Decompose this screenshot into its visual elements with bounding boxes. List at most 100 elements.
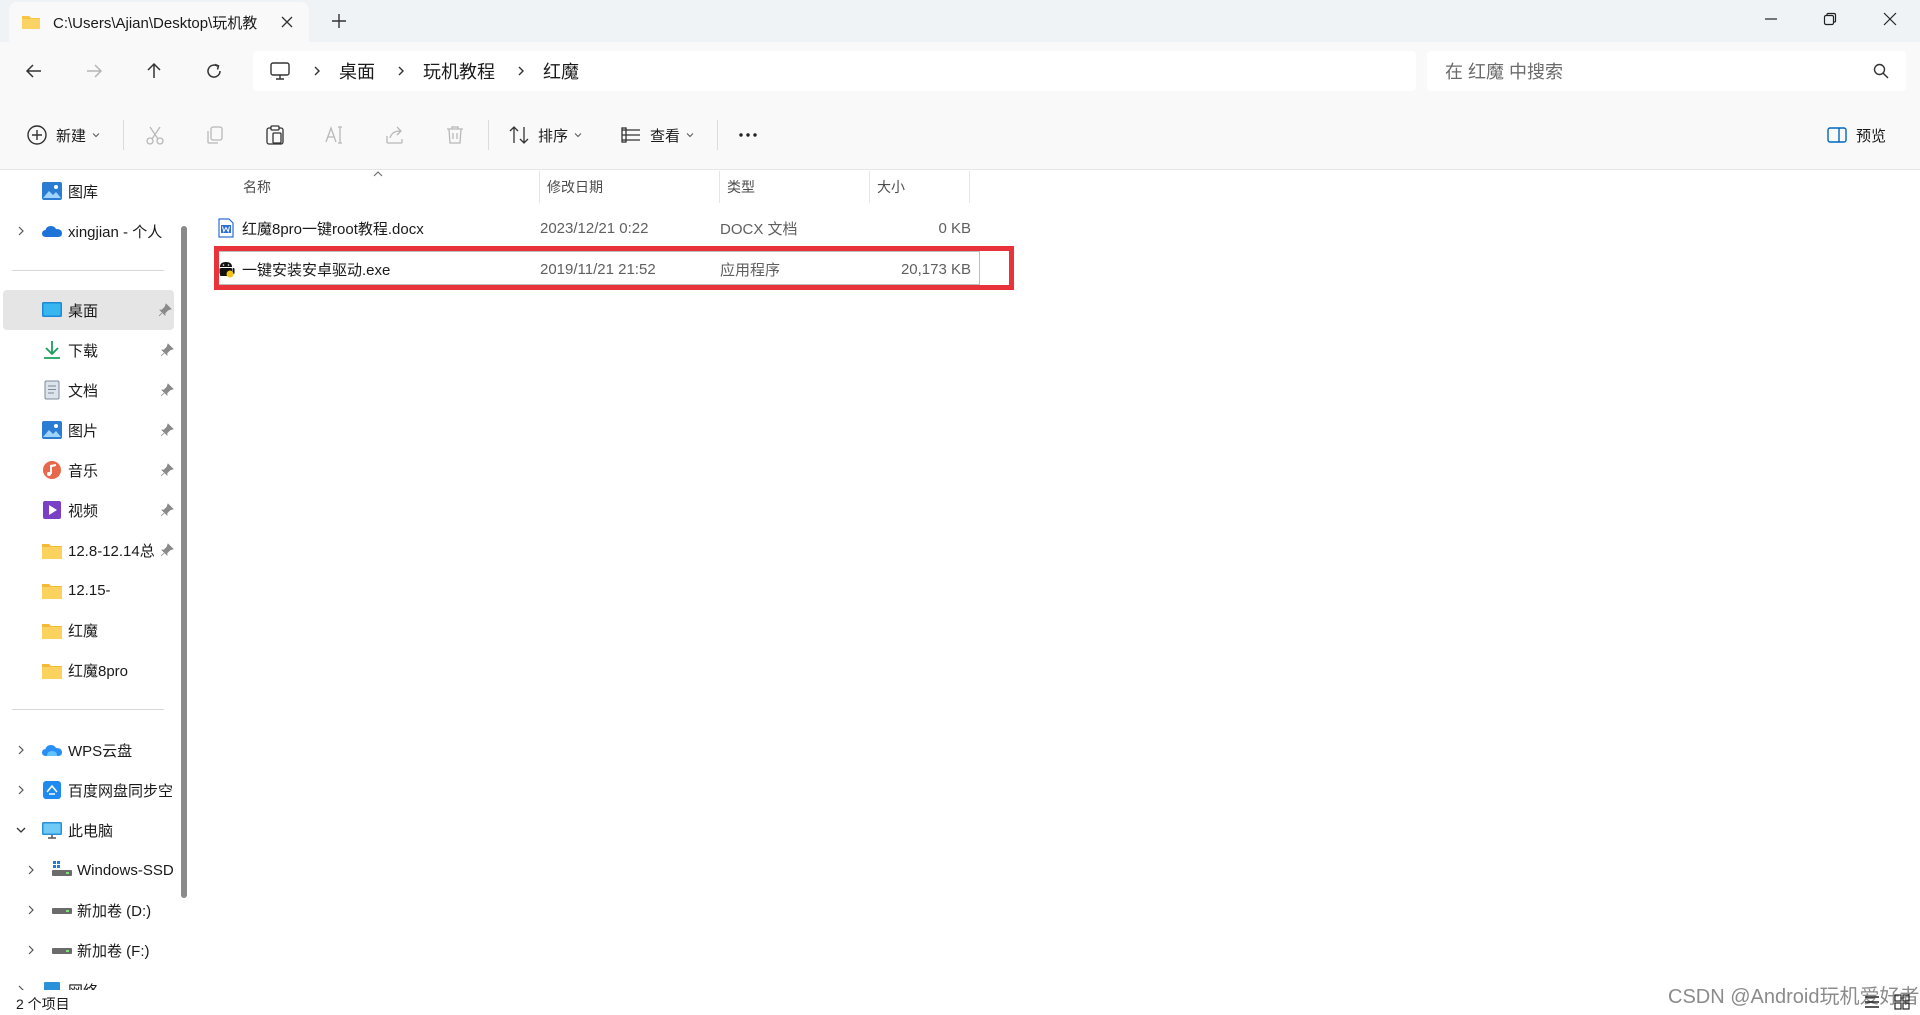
pin-icon: [160, 383, 174, 397]
column-header-name[interactable]: 名称: [236, 171, 540, 203]
sidebar-scrollbar[interactable]: [181, 226, 187, 898]
sidebar-item-gallery[interactable]: 图库: [0, 171, 176, 211]
sidebar-item-wps-cloud[interactable]: WPS云盘: [0, 730, 176, 770]
sidebar-item-pictures[interactable]: 图片: [0, 410, 176, 450]
chevron-right-icon[interactable]: [26, 865, 36, 875]
file-row[interactable]: 红魔8pro一键root教程.docx 2023/12/21 0:22 DOCX…: [216, 209, 991, 247]
delete-button[interactable]: [442, 122, 468, 148]
pin-icon: [160, 503, 174, 517]
sidebar-item-downloads[interactable]: 下载: [0, 330, 176, 370]
sidebar-item-drive-f[interactable]: 新加卷 (F:): [0, 930, 176, 970]
sort-label: 排序: [538, 127, 569, 145]
pin-icon: [160, 543, 174, 557]
chevron-down-icon[interactable]: [16, 825, 26, 835]
more-options-button[interactable]: [735, 122, 761, 148]
sidebar-item-label: 12.8-12.14总: [68, 542, 155, 560]
up-button[interactable]: [139, 56, 169, 86]
sidebar-item-folder[interactable]: 12.15-: [0, 570, 176, 610]
preview-pane-button[interactable]: 预览: [1826, 120, 1886, 150]
address-row: 桌面 玩机教程 红魔 在 红魔 中搜索: [0, 42, 1920, 100]
chevron-right-icon: [314, 66, 320, 76]
copy-icon: [207, 126, 223, 144]
new-plus-icon: [27, 125, 47, 145]
sidebar-item-folder[interactable]: 红魔8pro: [0, 650, 176, 690]
chevron-down-icon: [574, 133, 582, 138]
rename-button[interactable]: [322, 122, 348, 148]
wps-cloud-icon: [42, 745, 62, 756]
close-icon: [1883, 12, 1897, 26]
breadcrumb-item[interactable]: 桌面: [339, 58, 375, 84]
pictures-icon: [42, 421, 62, 439]
sidebar-item-label: 网络: [68, 980, 172, 991]
file-name: 红魔8pro一键root教程.docx: [242, 220, 424, 238]
column-header-size[interactable]: 大小: [870, 171, 970, 203]
sidebar-item-label: 此电脑: [68, 822, 114, 840]
view-button[interactable]: 查看: [620, 120, 694, 150]
desktop-icon: [42, 302, 62, 317]
file-date: 2023/12/21 0:22: [540, 219, 649, 237]
new-label: 新建: [56, 127, 87, 145]
sidebar-divider: [12, 270, 164, 271]
breadcrumb-item[interactable]: 玩机教程: [423, 58, 495, 84]
navigation-pane: 图库 xingjian - 个人 桌面 下载 文档 图片 音乐 视频 12.8-…: [0, 171, 193, 990]
drive-icon: [52, 861, 72, 876]
chevron-right-icon: [518, 66, 524, 76]
view-label: 查看: [650, 127, 681, 145]
command-bar: 新建 排序 查看 预览: [0, 100, 1920, 170]
restore-button[interactable]: [1800, 0, 1860, 38]
chevron-right-icon[interactable]: [26, 905, 36, 915]
search-icon: [1873, 63, 1889, 79]
new-button[interactable]: 新建: [26, 120, 100, 150]
sidebar-item-label: 图片: [68, 422, 99, 440]
column-header-type[interactable]: 类型: [720, 171, 870, 203]
share-button[interactable]: [382, 122, 408, 148]
sort-button[interactable]: 排序: [508, 120, 582, 150]
sidebar-item-baidu-netdisk[interactable]: 百度网盘同步空: [0, 770, 176, 810]
sidebar-item-label: 视频: [68, 502, 99, 520]
gallery-icon: [42, 182, 62, 200]
sidebar-item-drive-c[interactable]: Windows-SSD: [0, 850, 176, 890]
sidebar-item-this-pc[interactable]: 此电脑: [0, 810, 176, 850]
chevron-right-icon[interactable]: [16, 745, 26, 755]
sidebar-item-documents[interactable]: 文档: [0, 370, 176, 410]
sidebar-item-drive-d[interactable]: 新加卷 (D:): [0, 890, 176, 930]
search-input[interactable]: 在 红魔 中搜索: [1427, 51, 1906, 91]
onedrive-icon: [42, 226, 62, 237]
folder-icon: [22, 16, 40, 29]
new-tab-icon[interactable]: [330, 12, 348, 30]
forward-arrow-icon: [87, 64, 103, 78]
paste-button[interactable]: [262, 122, 288, 148]
search-placeholder: 在 红魔 中搜索: [1445, 62, 1564, 82]
network-icon: [44, 982, 60, 990]
close-tab-icon[interactable]: [279, 14, 295, 30]
window-tab[interactable]: C:\Users\Ajian\Desktop\玩机教: [9, 2, 309, 42]
breadcrumb-item[interactable]: 红魔: [543, 58, 579, 84]
tiles-view-icon[interactable]: [1892, 992, 1912, 1012]
cut-button[interactable]: [142, 122, 168, 148]
forward-button[interactable]: [79, 56, 109, 86]
sidebar-item-onedrive[interactable]: xingjian - 个人: [0, 211, 176, 251]
sidebar-item-music[interactable]: 音乐: [0, 450, 176, 490]
chevron-right-icon[interactable]: [16, 785, 26, 795]
chevron-right-icon: [398, 66, 404, 76]
sidebar-item-videos[interactable]: 视频: [0, 490, 176, 530]
word-doc-icon: [218, 218, 234, 238]
sidebar-item-label: xingjian - 个人: [68, 223, 163, 241]
minimize-button[interactable]: [1741, 0, 1801, 38]
video-icon: [43, 501, 61, 519]
back-button[interactable]: [19, 56, 49, 86]
chevron-right-icon[interactable]: [16, 226, 26, 236]
address-bar[interactable]: 桌面 玩机教程 红魔: [253, 51, 1416, 91]
refresh-button[interactable]: [199, 56, 229, 86]
chevron-right-icon[interactable]: [26, 945, 36, 955]
folder-icon: [42, 544, 62, 559]
sidebar-item-desktop[interactable]: 桌面: [3, 290, 174, 330]
copy-button[interactable]: [202, 122, 228, 148]
column-header-date[interactable]: 修改日期: [540, 171, 720, 203]
details-view-icon[interactable]: [1862, 992, 1882, 1012]
pin-icon: [158, 303, 172, 317]
sidebar-item-folder[interactable]: 红魔: [0, 610, 176, 650]
sidebar-item-network[interactable]: 网络: [0, 970, 176, 990]
close-window-button[interactable]: [1860, 0, 1920, 38]
sidebar-item-folder[interactable]: 12.8-12.14总: [0, 530, 176, 570]
